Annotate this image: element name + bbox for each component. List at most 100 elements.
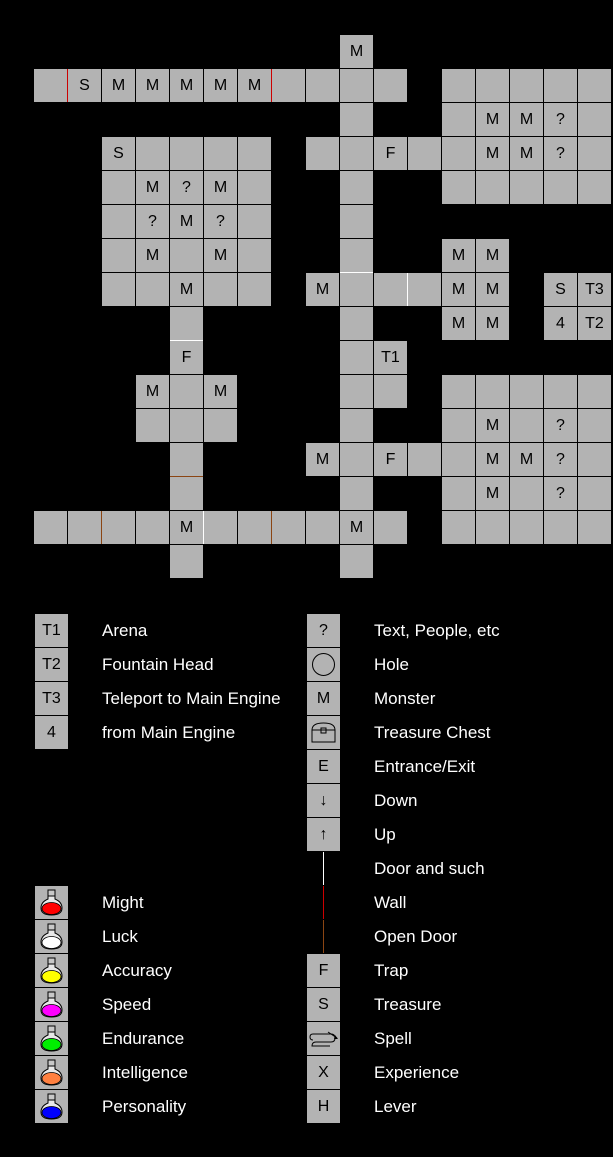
map-cell: ?	[544, 409, 577, 442]
map-cell	[442, 69, 475, 102]
map-cell	[102, 171, 135, 204]
map-cell	[136, 137, 169, 170]
map-cell: M	[136, 239, 169, 272]
map-cell	[544, 171, 577, 204]
map-cell: ?	[204, 205, 237, 238]
map-cell: M	[136, 171, 169, 204]
map-cell	[544, 375, 577, 408]
potion-accuracy-icon	[35, 954, 68, 987]
map-cell	[170, 545, 203, 578]
map-cell: M	[170, 273, 203, 306]
map-cell	[476, 375, 509, 408]
dungeon-map: M S M M M M M M M? S F M M? M? M? M? M M M M M M M M S T3 M M 4 T2 F T1…	[0, 0, 613, 1157]
map-cell: M	[442, 239, 475, 272]
map-cell: M	[136, 69, 169, 102]
legend-symbol: F	[307, 954, 340, 987]
map-cell	[204, 511, 237, 544]
map-cell	[442, 477, 475, 510]
map-cell: M	[102, 69, 135, 102]
map-cell	[272, 511, 305, 544]
door-legend-icon	[307, 852, 340, 885]
map-cell: T1	[374, 341, 407, 374]
legend-label: Treasure	[374, 995, 442, 1014]
map-cell	[442, 103, 475, 136]
legend-label: Lever	[374, 1097, 417, 1116]
wall-legend-icon	[307, 886, 340, 919]
legend-label: Spell	[374, 1029, 412, 1048]
map-cell	[408, 443, 441, 476]
map-cell: M	[476, 443, 509, 476]
map-cell	[340, 239, 373, 272]
map-cell	[442, 137, 475, 170]
map-cell: ?	[170, 171, 203, 204]
map-cell	[476, 171, 509, 204]
legend-label: from Main Engine	[102, 723, 236, 742]
potion-personality-icon	[35, 1090, 68, 1123]
map-cell	[340, 171, 373, 204]
legend-label: Trap	[374, 961, 409, 980]
legend-label: Endurance	[102, 1029, 185, 1048]
legend-label: Accuracy	[102, 961, 172, 980]
legend-label: Text, People, etc	[374, 621, 500, 640]
map-cell: S	[102, 137, 135, 170]
map-cell: M	[170, 511, 203, 544]
legend-label: Up	[374, 825, 396, 844]
map-cell: M	[510, 137, 543, 170]
map-cell	[510, 171, 543, 204]
map-cell: M	[306, 443, 339, 476]
map-cell: ?	[544, 103, 577, 136]
map-cell	[306, 137, 339, 170]
map-cell: M	[340, 35, 373, 68]
legend-label: Down	[374, 791, 418, 810]
map-cell	[476, 69, 509, 102]
map-cell: M	[136, 375, 169, 408]
map-cell: M	[476, 307, 509, 340]
potion-endurance-icon	[35, 1022, 68, 1055]
map-cell	[374, 511, 407, 544]
legend-label: Fountain Head	[102, 655, 214, 674]
door-marker	[203, 511, 204, 544]
legend-label: Experience	[374, 1063, 460, 1082]
map-cell: M	[170, 205, 203, 238]
legend-label: Door and such	[374, 859, 485, 878]
map-cell	[544, 69, 577, 102]
map-cell	[442, 375, 475, 408]
map-cell	[238, 239, 271, 272]
map-cell: M	[204, 375, 237, 408]
open-door-legend-icon	[307, 920, 340, 953]
map-cell	[238, 273, 271, 306]
legend-symbol: ↓	[307, 784, 340, 817]
map-cell	[476, 511, 509, 544]
map-cell	[340, 545, 373, 578]
legend-symbol: T1	[35, 614, 68, 647]
map-cell: T2	[578, 307, 611, 340]
map-cell: M	[476, 477, 509, 510]
map-cell: M	[238, 69, 271, 102]
legend-label: Speed	[102, 995, 152, 1014]
map-cell	[306, 511, 339, 544]
map-cell	[340, 103, 373, 136]
map-cell: M	[476, 409, 509, 442]
map-cell	[340, 443, 373, 476]
map-cell	[272, 69, 305, 102]
legend-symbol: ↑	[307, 818, 340, 851]
map-cell: M	[476, 273, 509, 306]
map-cell	[340, 375, 373, 408]
map-cell: ?	[544, 137, 577, 170]
door-marker	[340, 272, 373, 273]
legend-label: Monster	[374, 689, 436, 708]
legend-symbol: 4	[35, 716, 68, 749]
map-cell	[578, 409, 611, 442]
map-cell	[578, 443, 611, 476]
legend-symbol: H	[307, 1090, 340, 1123]
map-cell: M	[204, 69, 237, 102]
map-cell	[170, 239, 203, 272]
map-cell: ?	[136, 205, 169, 238]
door-marker	[407, 273, 408, 306]
map-cell	[238, 137, 271, 170]
map-cell	[340, 307, 373, 340]
map-cell: T3	[578, 273, 611, 306]
map-cell: F	[170, 341, 203, 374]
map-cell	[136, 511, 169, 544]
map-cell	[204, 137, 237, 170]
